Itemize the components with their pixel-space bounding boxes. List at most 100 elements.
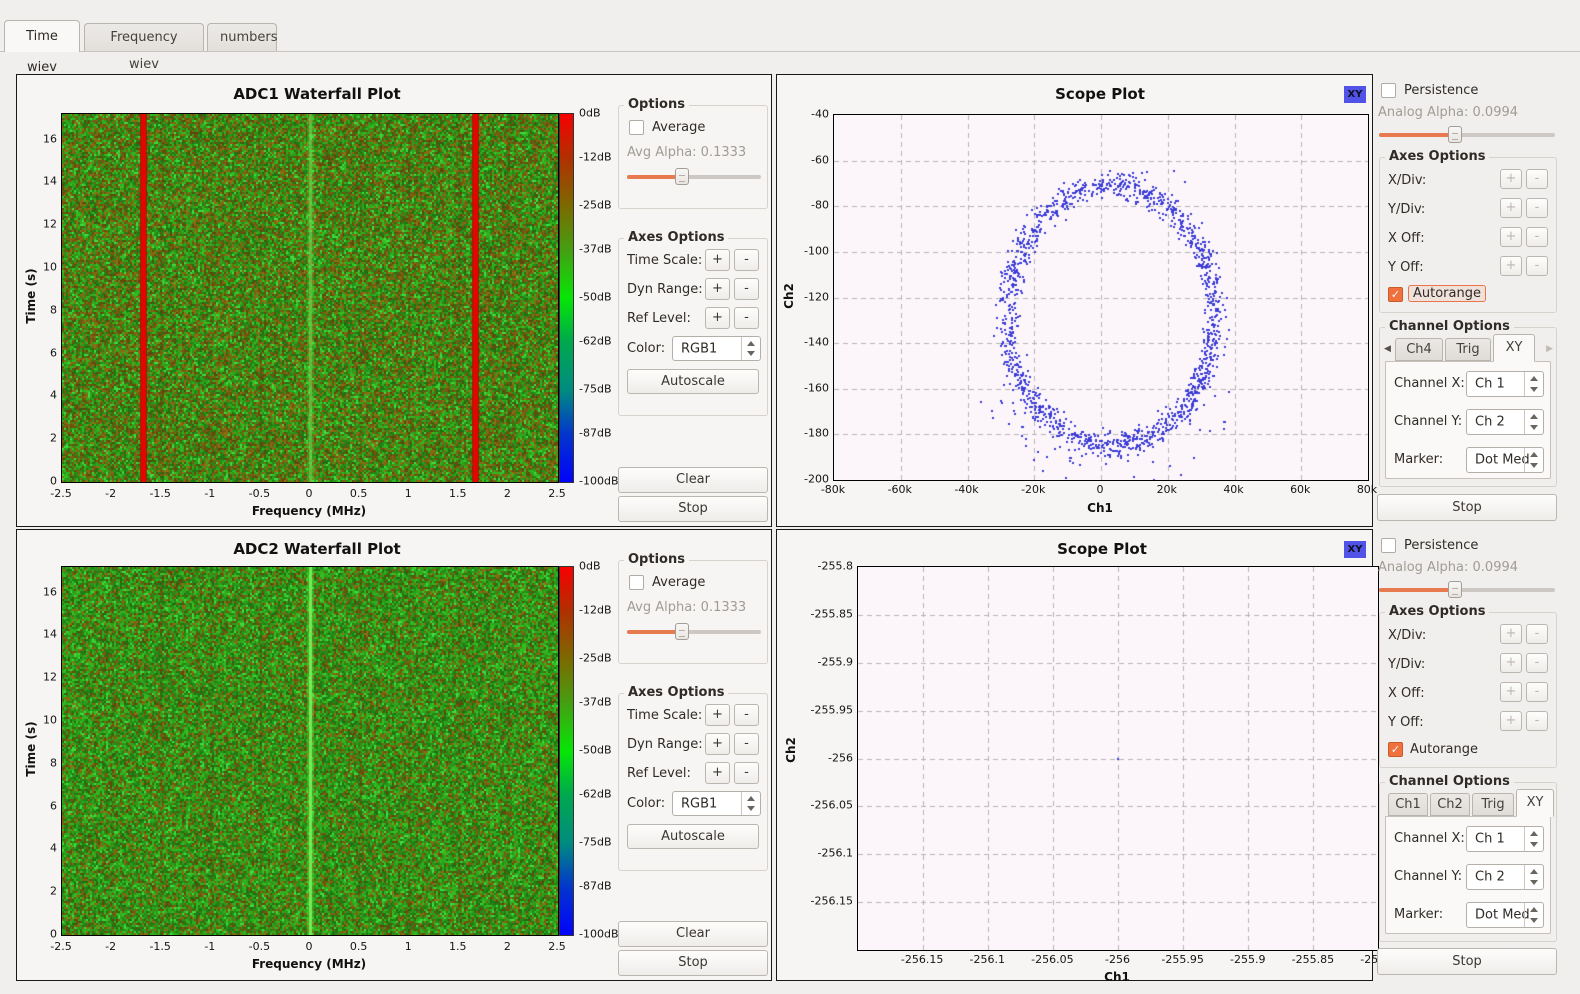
- adc2-waterfall-canvas[interactable]: [61, 566, 559, 936]
- y-tick-label: 8: [50, 756, 57, 769]
- adc2-stop-button[interactable]: Stop: [618, 950, 768, 976]
- scope1-xoff-minus-button[interactable]: -: [1526, 227, 1548, 247]
- scope2-canvas[interactable]: [857, 566, 1379, 951]
- adc2-time-scale-label: Time Scale:: [627, 708, 702, 723]
- adc1-color-spin-arrows[interactable]: [741, 337, 760, 360]
- scope2-marker-spinbox[interactable]: Dot Med: [1466, 902, 1544, 928]
- scope2-xdiv-minus-button[interactable]: -: [1526, 624, 1548, 644]
- scope1-channel-y-spinbox[interactable]: Ch 2: [1466, 409, 1544, 435]
- scope2-y-ticks: -255.8-255.85-255.9-255.95-256-256.05-25…: [799, 566, 853, 949]
- y-tick-label: -87dB: [579, 880, 627, 893]
- scope2-yoff-minus-button[interactable]: -: [1526, 711, 1548, 731]
- adc2-dyn-range-plus-button[interactable]: +: [705, 733, 730, 755]
- scope1-tabs-scroll-left[interactable]: ◀: [1384, 344, 1391, 354]
- adc2-color-spin-arrows[interactable]: [741, 792, 760, 815]
- scope1-stop-button[interactable]: Stop: [1377, 494, 1557, 521]
- scope2-ydiv-minus-button[interactable]: -: [1526, 653, 1548, 673]
- adc2-clear-button[interactable]: Clear: [618, 921, 768, 947]
- scope2-analog-alpha-slider[interactable]: [1379, 581, 1555, 598]
- adc2-average-checkbox[interactable]: [629, 575, 644, 590]
- scope1-yoff-plus-button[interactable]: +: [1500, 256, 1522, 276]
- scope2-xoff-plus-button[interactable]: +: [1500, 682, 1522, 702]
- x-tick-label: -0.5: [249, 487, 270, 500]
- scope1-channel-tab-xy[interactable]: XY: [1493, 334, 1535, 362]
- adc1-average-checkbox[interactable]: [629, 120, 644, 135]
- y-tick-label: 6: [50, 799, 57, 812]
- scope1-title: Scope Plot: [833, 85, 1367, 103]
- scope1-marker-spin-arrows[interactable]: [1524, 448, 1543, 472]
- adc1-stop-button[interactable]: Stop: [618, 496, 768, 522]
- adc1-avg-alpha-slider[interactable]: [627, 168, 761, 185]
- adc2-ref-level-plus-button[interactable]: +: [705, 762, 730, 784]
- adc2-ref-level-minus-button[interactable]: -: [734, 762, 759, 784]
- scope1-channel-tab-ch4[interactable]: Ch4: [1395, 338, 1443, 361]
- adc1-ref-level-plus-button[interactable]: +: [705, 307, 730, 329]
- scope1-xdiv-minus-button[interactable]: -: [1526, 169, 1548, 189]
- scope1-channel-y-spin-arrows[interactable]: [1524, 410, 1543, 434]
- scope1-channel-x-spinbox[interactable]: Ch 1: [1466, 371, 1544, 397]
- y-tick-label: -255.95: [811, 703, 853, 716]
- scope1-channel-x-spin-arrows[interactable]: [1524, 372, 1543, 396]
- scope2-xdiv-plus-button[interactable]: +: [1500, 624, 1522, 644]
- scope1-marker-label: Marker:: [1394, 452, 1443, 467]
- scope2-stop-button[interactable]: Stop: [1377, 948, 1557, 975]
- scope1-ydiv-minus-button[interactable]: -: [1526, 198, 1548, 218]
- scope2-persistence-checkbox[interactable]: [1381, 538, 1396, 553]
- x-tick-label: 2: [504, 487, 511, 500]
- adc2-time-scale-plus-button[interactable]: +: [705, 704, 730, 726]
- adc2-dyn-range-minus-button[interactable]: -: [734, 733, 759, 755]
- scope1-autorange-label[interactable]: Autorange: [1408, 285, 1486, 302]
- scope2-autorange-checkbox[interactable]: ✓: [1388, 742, 1403, 757]
- x-tick-label: -256.1: [970, 953, 1005, 966]
- scope2-channel-y-spinbox[interactable]: Ch 2: [1466, 864, 1544, 890]
- scope1-xdiv-plus-button[interactable]: +: [1500, 169, 1522, 189]
- adc1-time-scale-plus-button[interactable]: +: [705, 249, 730, 271]
- scope1-tabs-scroll-right[interactable]: ▶: [1546, 344, 1553, 354]
- adc2-autoscale-button[interactable]: Autoscale: [627, 824, 759, 849]
- y-tick-label: -256.15: [811, 895, 853, 908]
- x-tick-label: -1.5: [149, 487, 170, 500]
- adc2-options-group-title: Options: [624, 552, 689, 567]
- adc1-ref-level-minus-button[interactable]: -: [734, 307, 759, 329]
- scope2-channel-tab-ch2[interactable]: Ch2: [1430, 793, 1470, 816]
- adc1-autoscale-button[interactable]: Autoscale: [627, 369, 759, 394]
- adc1-color-spinbox[interactable]: RGB1: [672, 336, 761, 361]
- tab-time-view[interactable]: Time wiev: [4, 20, 80, 52]
- scope1-canvas[interactable]: [833, 114, 1369, 481]
- scope2-yoff-plus-button[interactable]: +: [1500, 711, 1522, 731]
- adc2-color-spinbox[interactable]: RGB1: [672, 791, 761, 816]
- scope2-title: Scope Plot: [837, 540, 1367, 558]
- scope1-channel-tab-trig[interactable]: Trig: [1445, 338, 1491, 361]
- scope1-xoff-plus-button[interactable]: +: [1500, 227, 1522, 247]
- scope1-marker-spinbox[interactable]: Dot Med: [1466, 447, 1544, 473]
- scope2-xoff-minus-button[interactable]: -: [1526, 682, 1548, 702]
- scope2-ydiv-plus-button[interactable]: +: [1500, 653, 1522, 673]
- tab-numbers[interactable]: numbers: [207, 23, 277, 52]
- scope2-channel-y-spin-arrows[interactable]: [1524, 865, 1543, 889]
- scope1-analog-alpha-slider[interactable]: [1379, 126, 1555, 143]
- scope2-channel-tab-xy[interactable]: XY: [1516, 789, 1554, 817]
- adc2-time-scale-minus-button[interactable]: -: [734, 704, 759, 726]
- adc1-time-scale-minus-button[interactable]: -: [734, 249, 759, 271]
- scope1-ydiv-plus-button[interactable]: +: [1500, 198, 1522, 218]
- scope2-channel-x-spinbox[interactable]: Ch 1: [1466, 826, 1544, 852]
- adc1-time-scale-label: Time Scale:: [627, 253, 702, 268]
- tab-frequency-view[interactable]: Frequency wiev: [84, 23, 204, 52]
- scope1-yoff-minus-button[interactable]: -: [1526, 256, 1548, 276]
- y-tick-label: -60: [811, 153, 829, 166]
- scope2-persistence-label: Persistence: [1404, 538, 1478, 553]
- scope1-persistence-checkbox[interactable]: [1381, 83, 1396, 98]
- adc1-waterfall-canvas[interactable]: [61, 113, 559, 483]
- scope2-channel-x-spin-arrows[interactable]: [1524, 827, 1543, 851]
- adc1-dyn-range-plus-button[interactable]: +: [705, 278, 730, 300]
- adc2-avg-alpha-slider[interactable]: [627, 623, 761, 640]
- x-tick-label: 1.5: [449, 487, 467, 500]
- scope2-autorange-label[interactable]: Autorange: [1410, 742, 1478, 757]
- scope2-channel-tab-trig[interactable]: Trig: [1472, 793, 1514, 816]
- scope1-channel-options-title: Channel Options: [1385, 319, 1514, 334]
- adc1-clear-button[interactable]: Clear: [618, 467, 768, 493]
- scope2-channel-tab-ch1[interactable]: Ch1: [1388, 793, 1428, 816]
- adc1-dyn-range-minus-button[interactable]: -: [734, 278, 759, 300]
- scope2-marker-spin-arrows[interactable]: [1524, 903, 1543, 927]
- scope1-autorange-checkbox[interactable]: ✓: [1388, 287, 1403, 302]
